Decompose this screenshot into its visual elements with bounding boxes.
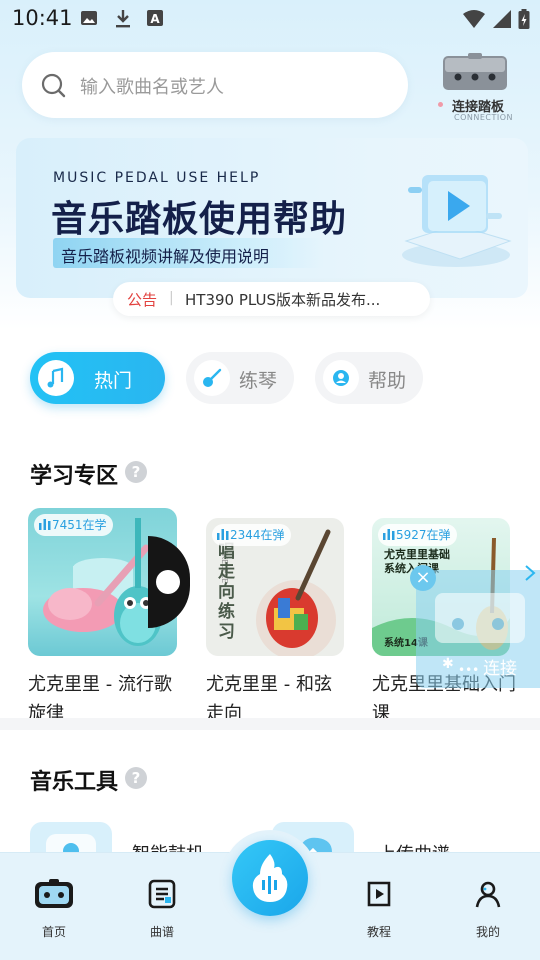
nav-tutorials-label: 教程 — [366, 925, 391, 939]
nav-home[interactable]: 首页 — [14, 875, 94, 945]
gallery-icon — [80, 9, 98, 31]
stats-bar-icon — [383, 529, 395, 540]
signal-icon — [492, 9, 512, 33]
course-learner-badge: 2344在弹 — [212, 524, 291, 546]
status-time: 10:41 — [12, 6, 73, 30]
course-art-text: 唱走向练习 — [218, 542, 235, 642]
tab-practice-label: 练琴 — [239, 370, 278, 392]
tab-hot[interactable]: 热门 — [30, 352, 165, 404]
video-play-illustration-icon — [388, 163, 518, 277]
connect-pedal-button[interactable]: 连接踏板 CONNECTION — [432, 52, 518, 126]
battery-icon — [518, 9, 530, 33]
font-icon: A — [146, 9, 164, 31]
close-icon[interactable]: × — [410, 565, 436, 591]
guitar-icon — [194, 360, 230, 396]
course-badge-text: 2344在弹 — [230, 528, 285, 542]
sheet-music-icon — [148, 879, 176, 909]
svg-text:A: A — [150, 12, 160, 26]
status-bar: 10:41 A — [0, 0, 540, 36]
music-note-icon — [38, 360, 74, 396]
nav-profile[interactable]: 我的 — [448, 875, 528, 945]
user-icon — [475, 881, 501, 908]
dots-icon: ••• — [458, 663, 484, 677]
tab-help[interactable]: 帮助 — [315, 352, 423, 404]
course-badge-text: 7451在学 — [52, 518, 107, 532]
banner-subtitle: 音乐踏板视频讲解及使用说明 — [61, 247, 270, 266]
nav-scores-label: 曲谱 — [149, 925, 174, 939]
announcement-tag: 公告 — [127, 291, 158, 309]
vinyl-record-icon — [148, 536, 190, 628]
user-help-icon — [323, 360, 359, 396]
wifi-icon — [462, 9, 486, 33]
pedal-icon — [442, 52, 508, 96]
download-icon — [114, 9, 132, 33]
course-badge-text: 5927在弹 — [396, 528, 451, 542]
connect-sublabel: CONNECTION — [454, 113, 514, 122]
stats-bar-icon — [39, 519, 51, 530]
pedal-device-icon — [434, 592, 526, 652]
nav-home-label: 首页 — [41, 925, 66, 939]
nav-profile-label: 我的 — [475, 925, 500, 939]
search-icon — [40, 72, 68, 104]
help-banner[interactable]: MUSIC PEDAL USE HELP 音乐踏板使用帮助 音乐踏板视频讲解及使… — [16, 138, 528, 298]
bluetooth-icon: ✱ — [442, 656, 454, 672]
announcement-separator: | — [169, 290, 174, 306]
floating-connect-label: ••• 连接 — [458, 654, 517, 679]
tools-help-icon[interactable]: ? — [125, 767, 147, 789]
learning-help-icon[interactable]: ? — [125, 461, 147, 483]
floating-connect-widget[interactable]: ✱ ••• 连接 — [416, 570, 540, 688]
banner-subtitle-bg: 音乐踏板视频讲解及使用说明 — [53, 238, 323, 268]
course-learner-badge: 7451在学 — [34, 514, 113, 536]
nav-scores[interactable]: 曲谱 — [122, 875, 202, 945]
announcement-bar[interactable]: 公告 | HT390 PLUS版本新品发布... — [113, 282, 430, 316]
stats-bar-icon — [217, 529, 229, 540]
nav-tutorials[interactable]: 教程 — [339, 875, 419, 945]
tools-section-title: 音乐工具 — [30, 770, 119, 795]
section-divider — [0, 718, 540, 730]
course-learner-badge: 5927在弹 — [378, 524, 457, 546]
announcement-text: HT390 PLUS版本新品发布... — [185, 291, 381, 309]
nav-center-inner — [232, 840, 308, 916]
search-bar[interactable]: 输入歌曲名或艺人 — [22, 52, 408, 118]
learning-section-title: 学习专区 — [30, 464, 119, 489]
nav-center-button[interactable] — [222, 830, 318, 926]
banner-en-title: MUSIC PEDAL USE HELP — [53, 170, 261, 186]
banner-title: 音乐踏板使用帮助 — [51, 199, 348, 240]
connection-status-dot — [438, 102, 443, 107]
tab-help-label: 帮助 — [368, 370, 407, 392]
floating-connect-text: 连接 — [483, 659, 518, 679]
chevron-right-icon[interactable] — [524, 563, 536, 588]
tutorial-video-icon — [367, 881, 391, 907]
tab-hot-label: 热门 — [94, 370, 133, 392]
tab-practice[interactable]: 练琴 — [186, 352, 294, 404]
search-placeholder: 输入歌曲名或艺人 — [80, 77, 224, 98]
home-pedal-icon — [35, 879, 73, 908]
music-flame-icon — [252, 854, 288, 902]
